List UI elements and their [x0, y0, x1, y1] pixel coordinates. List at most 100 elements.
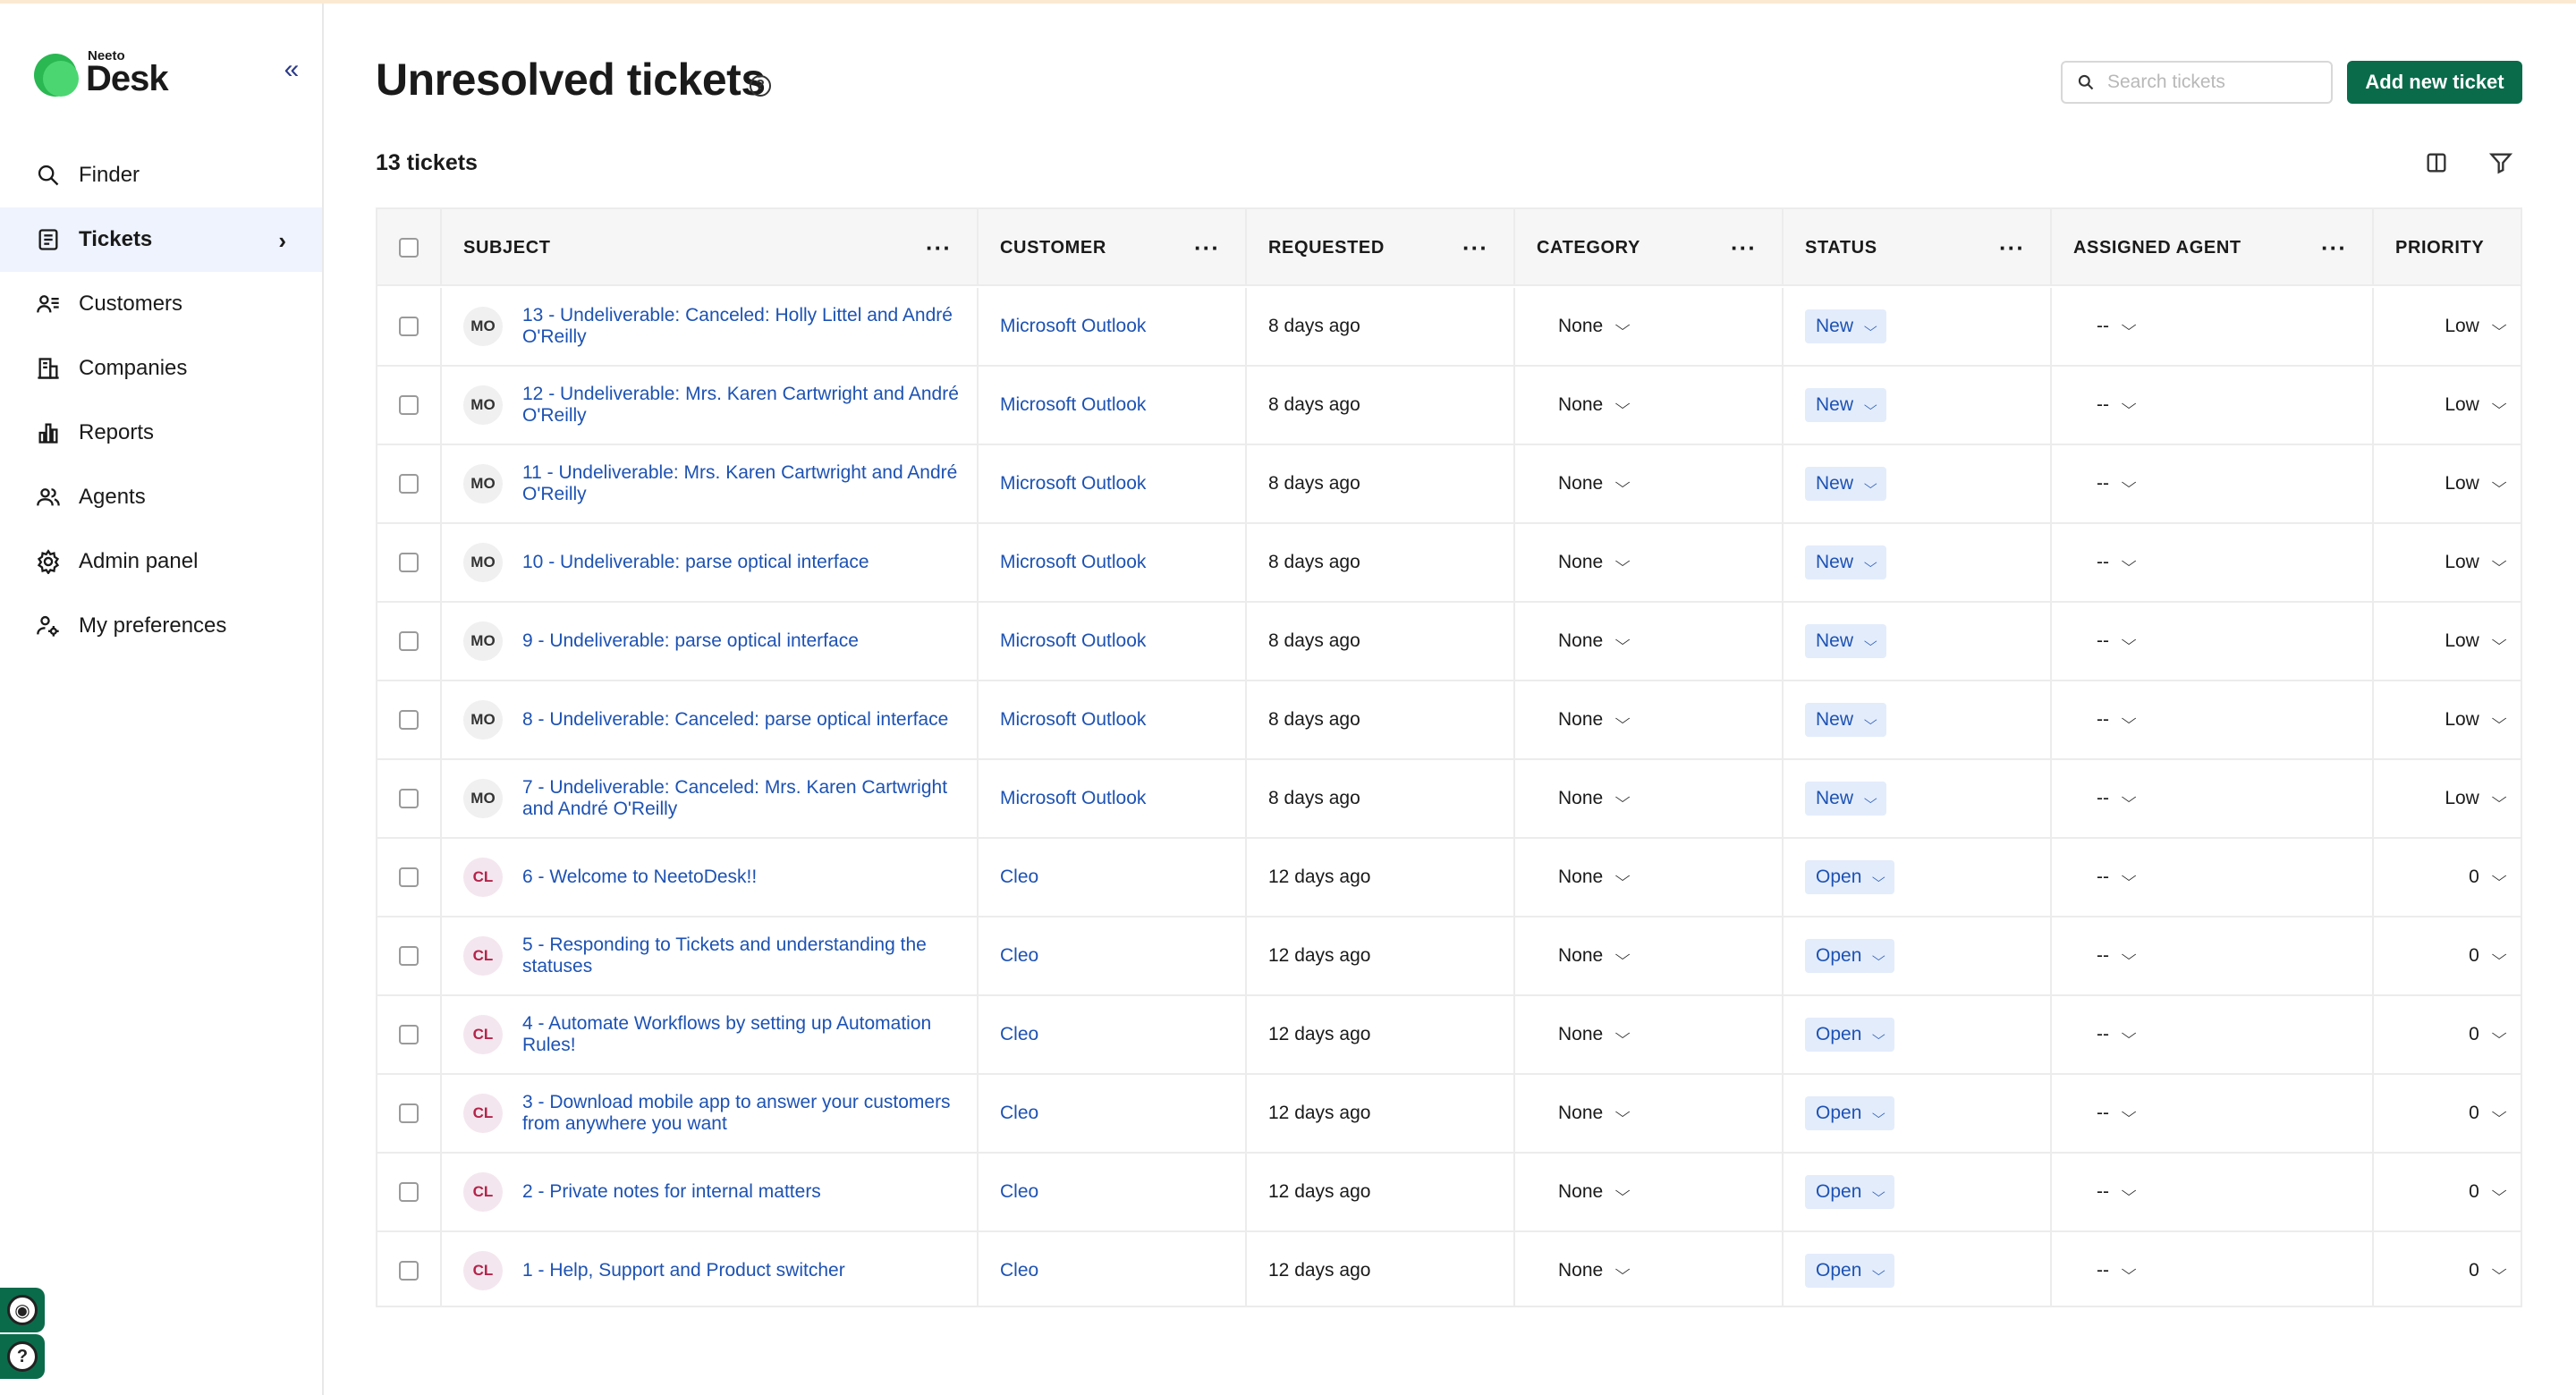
column-menu-icon[interactable]: ··· [2321, 234, 2347, 262]
column-menu-icon[interactable]: ··· [1194, 234, 1220, 262]
table-row[interactable]: MO 7 - Undeliverable: Canceled: Mrs. Kare… [377, 760, 2521, 839]
help-icon[interactable]: ? [0, 1334, 45, 1379]
customer-link[interactable]: Microsoft Outlook [1000, 316, 1146, 337]
table-row[interactable]: MO 13 - Undeliverable: Canceled: Holly Li… [377, 288, 2521, 367]
ticket-subject-link[interactable]: 7 - Undeliverable: Canceled: Mrs. Karen … [522, 777, 961, 820]
table-row[interactable]: MO 12 - Undeliverable: Mrs. Karen Cartwri… [377, 367, 2521, 445]
sidebar-item-tickets[interactable]: Tickets › [0, 207, 322, 272]
row-checkbox[interactable] [399, 553, 419, 572]
priority-dropdown[interactable]: Low ⌵ [2445, 552, 2506, 573]
agent-dropdown[interactable]: -- ⌵ [2097, 1103, 2137, 1124]
agent-dropdown[interactable]: -- ⌵ [2097, 394, 2137, 416]
priority-dropdown[interactable]: 0 ⌵ [2469, 867, 2506, 888]
select-all-checkbox[interactable] [399, 238, 419, 258]
column-menu-icon[interactable]: ··· [926, 234, 952, 262]
status-dropdown[interactable]: New ⌵ [1805, 782, 1886, 816]
table-row[interactable]: CL 5 - Responding to Tickets and understa… [377, 917, 2521, 996]
column-header-customer[interactable]: CUSTOMER ··· [979, 209, 1247, 286]
question-circle-icon[interactable]: ? [750, 75, 771, 97]
priority-dropdown[interactable]: Low ⌵ [2445, 788, 2506, 809]
customer-link[interactable]: Microsoft Outlook [1000, 788, 1146, 809]
customer-link[interactable]: Cleo [1000, 945, 1038, 967]
customer-link[interactable]: Cleo [1000, 1260, 1038, 1281]
agent-dropdown[interactable]: -- ⌵ [2097, 1181, 2137, 1203]
row-checkbox[interactable] [399, 710, 419, 730]
customer-link[interactable]: Cleo [1000, 1103, 1038, 1124]
agent-dropdown[interactable]: -- ⌵ [2097, 788, 2137, 809]
category-dropdown[interactable]: None ⌵ [1558, 630, 1631, 652]
category-dropdown[interactable]: None ⌵ [1558, 709, 1631, 731]
agent-dropdown[interactable]: -- ⌵ [2097, 473, 2137, 495]
status-dropdown[interactable]: Open ⌵ [1805, 939, 1894, 973]
category-dropdown[interactable]: None ⌵ [1558, 1103, 1631, 1124]
status-dropdown[interactable]: New ⌵ [1805, 388, 1886, 422]
status-dropdown[interactable]: New ⌵ [1805, 467, 1886, 501]
column-header-subject[interactable]: SUBJECT ··· [442, 209, 979, 286]
row-checkbox[interactable] [399, 317, 419, 336]
customer-link[interactable]: Cleo [1000, 1024, 1038, 1045]
ticket-subject-link[interactable]: 8 - Undeliverable: Canceled: parse optic… [522, 709, 961, 731]
sidebar-item-reports[interactable]: Reports [0, 401, 322, 465]
ticket-subject-link[interactable]: 6 - Welcome to NeetoDesk!! [522, 867, 961, 888]
priority-dropdown[interactable]: 0 ⌵ [2469, 1103, 2506, 1124]
priority-dropdown[interactable]: 0 ⌵ [2469, 1260, 2506, 1281]
status-dropdown[interactable]: Open ⌵ [1805, 1096, 1894, 1130]
agent-dropdown[interactable]: -- ⌵ [2097, 630, 2137, 652]
row-checkbox[interactable] [399, 1103, 419, 1123]
priority-dropdown[interactable]: 0 ⌵ [2469, 1024, 2506, 1045]
filter-icon[interactable] [2488, 150, 2515, 177]
category-dropdown[interactable]: None ⌵ [1558, 316, 1631, 337]
ticket-subject-link[interactable]: 5 - Responding to Tickets and understand… [522, 934, 961, 977]
priority-dropdown[interactable]: Low ⌵ [2445, 709, 2506, 731]
priority-dropdown[interactable]: Low ⌵ [2445, 316, 2506, 337]
agent-dropdown[interactable]: -- ⌵ [2097, 552, 2137, 573]
row-checkbox[interactable] [399, 867, 419, 887]
category-dropdown[interactable]: None ⌵ [1558, 788, 1631, 809]
collapse-sidebar-icon[interactable]: « [277, 56, 306, 86]
row-checkbox[interactable] [399, 1182, 419, 1202]
row-checkbox[interactable] [399, 1261, 419, 1281]
customer-link[interactable]: Microsoft Outlook [1000, 394, 1146, 416]
table-row[interactable]: MO 10 - Undeliverable: parse optical inte… [377, 524, 2521, 603]
ticket-subject-link[interactable]: 3 - Download mobile app to answer your c… [522, 1092, 961, 1135]
ticket-subject-link[interactable]: 12 - Undeliverable: Mrs. Karen Cartwrigh… [522, 384, 961, 427]
column-header-category[interactable]: CATEGORY ··· [1515, 209, 1784, 286]
priority-dropdown[interactable]: Low ⌵ [2445, 394, 2506, 416]
priority-dropdown[interactable]: 0 ⌵ [2469, 945, 2506, 967]
columns-icon[interactable] [2424, 150, 2451, 177]
table-row[interactable]: CL 6 - Welcome to NeetoDesk!! Cleo 12 days … [377, 839, 2521, 917]
agent-dropdown[interactable]: -- ⌵ [2097, 709, 2137, 731]
row-checkbox[interactable] [399, 631, 419, 651]
globe-icon[interactable]: ◉ [0, 1288, 45, 1332]
agent-dropdown[interactable]: -- ⌵ [2097, 316, 2137, 337]
row-checkbox[interactable] [399, 946, 419, 966]
sidebar-item-customers[interactable]: Customers [0, 272, 322, 336]
category-dropdown[interactable]: None ⌵ [1558, 552, 1631, 573]
sidebar-item-finder[interactable]: Finder [0, 143, 322, 207]
customer-link[interactable]: Microsoft Outlook [1000, 709, 1146, 731]
table-row[interactable]: MO 8 - Undeliverable: Canceled: parse opt… [377, 681, 2521, 760]
ticket-subject-link[interactable]: 2 - Private notes for internal matters [522, 1181, 961, 1203]
category-dropdown[interactable]: None ⌵ [1558, 1024, 1631, 1045]
category-dropdown[interactable]: None ⌵ [1558, 945, 1631, 967]
category-dropdown[interactable]: None ⌵ [1558, 867, 1631, 888]
status-dropdown[interactable]: Open ⌵ [1805, 860, 1894, 894]
search-field[interactable] [2061, 61, 2333, 104]
status-dropdown[interactable]: New ⌵ [1805, 624, 1886, 658]
status-dropdown[interactable]: Open ⌵ [1805, 1175, 1894, 1209]
column-menu-icon[interactable]: ··· [1731, 234, 1757, 262]
sidebar-item-admin-panel[interactable]: Admin panel [0, 529, 322, 594]
sidebar-item-agents[interactable]: Agents [0, 465, 322, 529]
customer-link[interactable]: Microsoft Outlook [1000, 630, 1146, 652]
priority-dropdown[interactable]: 0 ⌵ [2469, 1181, 2506, 1203]
status-dropdown[interactable]: New ⌵ [1805, 703, 1886, 737]
column-menu-icon[interactable]: ··· [1462, 234, 1488, 262]
ticket-subject-link[interactable]: 9 - Undeliverable: parse optical interfa… [522, 630, 961, 652]
ticket-subject-link[interactable]: 13 - Undeliverable: Canceled: Holly Litt… [522, 305, 961, 348]
status-dropdown[interactable]: Open ⌵ [1805, 1254, 1894, 1288]
search-input[interactable] [2107, 72, 2322, 93]
add-new-ticket-button[interactable]: Add new ticket [2347, 61, 2522, 104]
status-dropdown[interactable]: Open ⌵ [1805, 1018, 1894, 1052]
customer-link[interactable]: Microsoft Outlook [1000, 473, 1146, 495]
ticket-subject-link[interactable]: 4 - Automate Workflows by setting up Aut… [522, 1013, 961, 1056]
